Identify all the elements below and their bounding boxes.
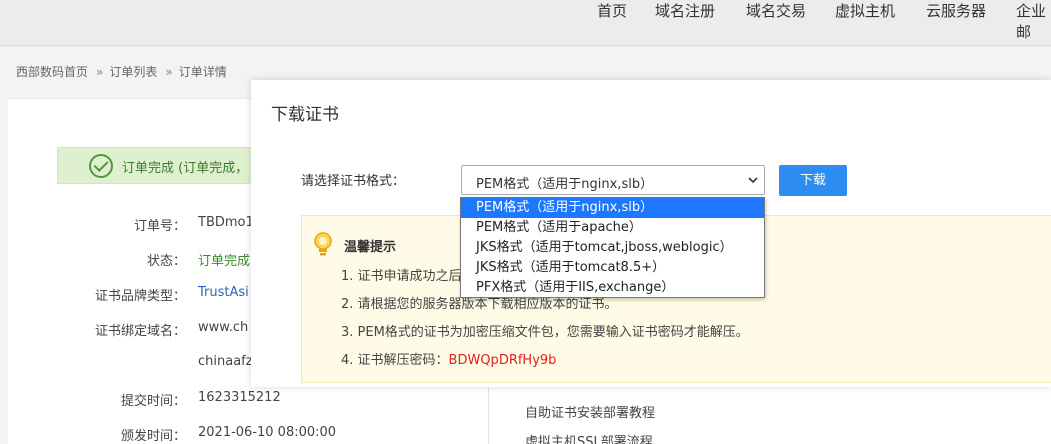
check-circle-icon xyxy=(89,154,113,178)
order-number-value: TBDmo1 xyxy=(198,215,254,230)
format-option-jks-tomcat[interactable]: JKS格式（适用于tomcat,jboss,weblogic） xyxy=(461,238,764,258)
brand-value[interactable]: TrustAsi xyxy=(198,285,249,300)
tip-line-3: 3. PEM格式的证书为加密压缩文件包，您需要输入证书密码才能解压。 xyxy=(341,325,749,340)
domain-value: www.ch xyxy=(198,320,249,335)
chevron-down-icon xyxy=(748,177,758,184)
nav-cloud-server[interactable]: 云服务器 xyxy=(926,0,986,21)
nav-domain-trade[interactable]: 域名交易 xyxy=(746,0,806,21)
help-link-ssl-deploy[interactable]: 虚拟主机SSL部署流程 xyxy=(525,431,653,444)
tip-line-4: 4. 证书解压密码：BDWQpDRfHy9b xyxy=(341,349,556,368)
breadcrumb-order-list[interactable]: 订单列表 xyxy=(109,63,157,80)
domain-value-2: chinaafz xyxy=(198,354,253,369)
format-option-pem-apache[interactable]: PEM格式（适用于apache） xyxy=(461,218,764,238)
format-option-jks-tomcat85[interactable]: JKS格式（适用于tomcat8.5+） xyxy=(461,258,764,278)
breadcrumb-home[interactable]: 西部数码首页 xyxy=(16,63,88,80)
help-link-install[interactable]: 自助证书安装部署教程 xyxy=(525,402,655,421)
format-dropdown-list: PEM格式（适用于nginx,slb） PEM格式（适用于apache） JKS… xyxy=(460,197,765,298)
status-banner-text: 订单完成 (订单完成， xyxy=(122,161,249,176)
domain-label: 证书绑定域名： xyxy=(94,324,186,339)
nav-virtual-host[interactable]: 虚拟主机 xyxy=(835,0,895,21)
top-nav: 首页 域名注册 域名交易 虚拟主机 云服务器 企业邮 xyxy=(0,0,1051,46)
format-option-pfx-iis[interactable]: PFX格式（适用于IIS,exchange） xyxy=(461,278,764,298)
cert-password: BDWQpDRfHy9b xyxy=(448,353,557,368)
nav-enterprise-mail[interactable]: 企业邮 xyxy=(1016,0,1051,42)
breadcrumb-separator: » xyxy=(165,65,173,79)
tip-line-4-prefix: 4. 证书解压密码： xyxy=(341,353,449,368)
format-option-pem-nginx[interactable]: PEM格式（适用于nginx,slb） xyxy=(461,198,764,218)
issue-time-value: 2021-06-10 08:00:00 xyxy=(198,425,337,440)
download-button[interactable]: 下载 xyxy=(779,165,847,196)
nav-domain-register[interactable]: 域名注册 xyxy=(655,0,715,21)
lightbulb-icon xyxy=(314,232,332,256)
modal-title: 下载证书 xyxy=(271,105,339,125)
issue-time-label: 颁发时间： xyxy=(120,429,186,444)
status-label: 状态： xyxy=(146,254,186,269)
status-value: 订单完成 xyxy=(198,254,251,269)
format-label: 请选择证书格式： xyxy=(301,174,406,189)
order-number-label: 订单号： xyxy=(133,219,186,234)
breadcrumb-separator: » xyxy=(96,65,104,79)
nav-home[interactable]: 首页 xyxy=(597,0,627,21)
submit-time-value: 1623315212 xyxy=(198,390,281,405)
brand-label: 证书品牌类型： xyxy=(94,289,186,304)
format-select-value: PEM格式（适用于nginx,slb） xyxy=(476,177,654,192)
tip-line-1: 1. 证书申请成功之后 xyxy=(341,269,462,284)
breadcrumb: 西部数码首页 » 订单列表 » 订单详情 xyxy=(16,63,227,80)
breadcrumb-order-detail: 订单详情 xyxy=(178,65,227,79)
tips-title: 温馨提示 xyxy=(344,240,397,255)
format-select[interactable]: PEM格式（适用于nginx,slb） xyxy=(461,165,765,195)
submit-time-label: 提交时间： xyxy=(120,394,186,409)
